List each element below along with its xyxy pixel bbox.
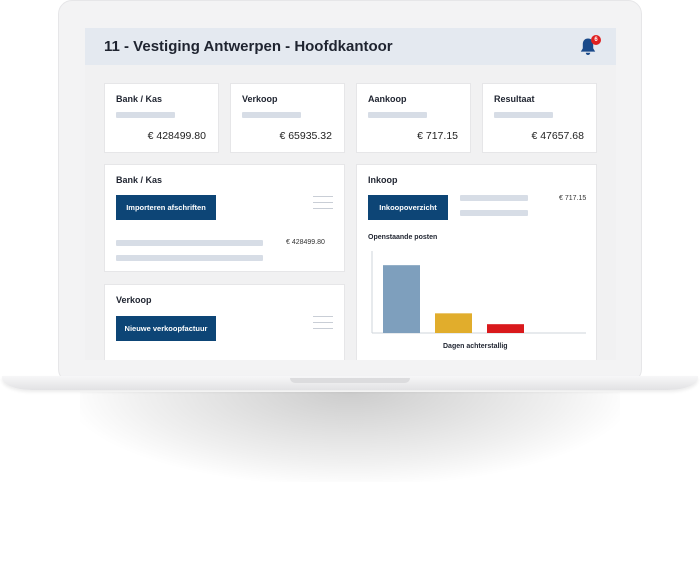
kpi-value: € 65935.32 (279, 130, 332, 142)
bank-amount: € 428499.80 (286, 239, 325, 246)
purchase-panel: Inkoop Inkoopoverzicht € 717.15 Openstaa… (356, 164, 597, 360)
panel-title: Bank / Kas (116, 175, 163, 185)
kpi-label: Aankoop (368, 94, 407, 104)
page-title: 11 - Vestiging Antwerpen - Hoofdkantoor (104, 38, 393, 55)
chart-bar[interactable] (487, 324, 524, 333)
kpi-value: € 717.15 (417, 130, 458, 142)
kpi-card-verkoop[interactable]: Verkoop € 65935.32 (230, 83, 345, 153)
placeholder-bar (116, 240, 263, 246)
import-statements-button[interactable]: Importeren afschriften (116, 195, 216, 220)
placeholder-bar (494, 112, 553, 118)
chart-x-axis-label: Dagen achterstallig (443, 343, 508, 350)
kpi-label: Verkoop (242, 94, 278, 104)
chart-bar[interactable] (383, 265, 420, 333)
dashboard-screen: 11 - Vestiging Antwerpen - Hoofdkantoor … (85, 28, 616, 360)
laptop-notch (290, 378, 410, 383)
kpi-label: Resultaat (494, 94, 535, 104)
menu-icon[interactable] (313, 196, 333, 210)
kpi-card-aankoop[interactable]: Aankoop € 717.15 (356, 83, 471, 153)
chart-title: Openstaande posten (368, 234, 438, 241)
kpi-value: € 47657.68 (531, 130, 584, 142)
purchase-overview-button[interactable]: Inkoopoverzicht (368, 195, 448, 220)
page-header: 11 - Vestiging Antwerpen - Hoofdkantoor … (85, 28, 616, 65)
kpi-card-resultaat[interactable]: Resultaat € 47657.68 (482, 83, 597, 153)
placeholder-bar (460, 195, 528, 201)
new-sales-invoice-button[interactable]: Nieuwe verkoopfactuur (116, 316, 216, 341)
menu-icon[interactable] (313, 316, 333, 330)
sales-panel: Verkoop Nieuwe verkoopfactuur (104, 284, 345, 360)
purchase-amount: € 717.15 (559, 195, 587, 202)
placeholder-bar (460, 210, 528, 216)
laptop-shadow (80, 392, 620, 482)
panel-title: Verkoop (116, 295, 152, 305)
placeholder-bar (116, 255, 263, 261)
kpi-value: € 428499.80 (147, 130, 206, 142)
kpi-card-bank[interactable]: Bank / Kas € 428499.80 (104, 83, 219, 153)
placeholder-bar (116, 112, 175, 118)
placeholder-bar (242, 112, 301, 118)
kpi-label: Bank / Kas (116, 94, 163, 104)
outstanding-items-chart (371, 251, 586, 334)
notification-badge: 6 (591, 35, 601, 45)
bank-panel: Bank / Kas Importeren afschriften € 4284… (104, 164, 345, 272)
panel-title: Inkoop (368, 175, 398, 185)
placeholder-bar (368, 112, 427, 118)
chart-bar[interactable] (435, 313, 472, 333)
